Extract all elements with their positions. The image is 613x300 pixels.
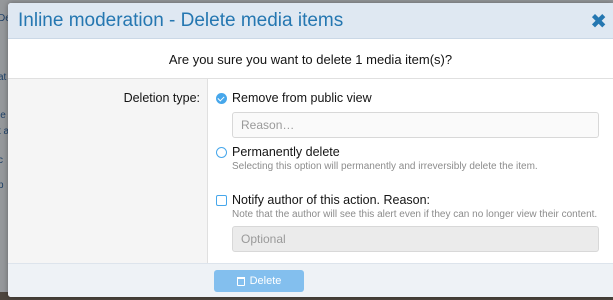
reason-input[interactable]	[232, 112, 599, 138]
dialog-title: Inline moderation - Delete media items	[18, 10, 344, 31]
dialog-footer: Delete	[8, 263, 613, 297]
permanently-delete-radio[interactable]	[216, 147, 227, 158]
delete-media-dialog: Inline moderation - Delete media items ✖…	[8, 3, 613, 297]
form-label-column: Deletion type:	[8, 79, 208, 267]
remove-from-view-radio[interactable]	[216, 93, 227, 104]
trash-icon	[236, 276, 245, 286]
permanently-delete-hint: Selecting this option will permanently a…	[232, 161, 538, 172]
notify-author-checkbox[interactable]	[216, 195, 227, 206]
deletion-type-label: Deletion type:	[123, 91, 200, 105]
delete-button-label: Delete	[249, 275, 282, 287]
notify-reason-input[interactable]	[232, 226, 599, 252]
delete-button[interactable]: Delete	[214, 270, 304, 292]
notify-author-label[interactable]: Notify author of this action. Reason:	[232, 193, 430, 207]
dialog-titlebar: Inline moderation - Delete media items ✖	[8, 3, 613, 39]
confirmation-question: Are you sure you want to delete 1 media …	[8, 39, 613, 79]
permanently-delete-label[interactable]: Permanently delete	[232, 145, 340, 159]
notify-author-hint: Note that the author will see this alert…	[232, 209, 598, 220]
close-icon[interactable]: ✖	[590, 9, 607, 34]
deletion-form: Deletion type: Remove from public view P…	[8, 79, 613, 267]
remove-from-view-label[interactable]: Remove from public view	[232, 91, 372, 105]
form-input-column: Remove from public view Permanently dele…	[216, 79, 606, 267]
